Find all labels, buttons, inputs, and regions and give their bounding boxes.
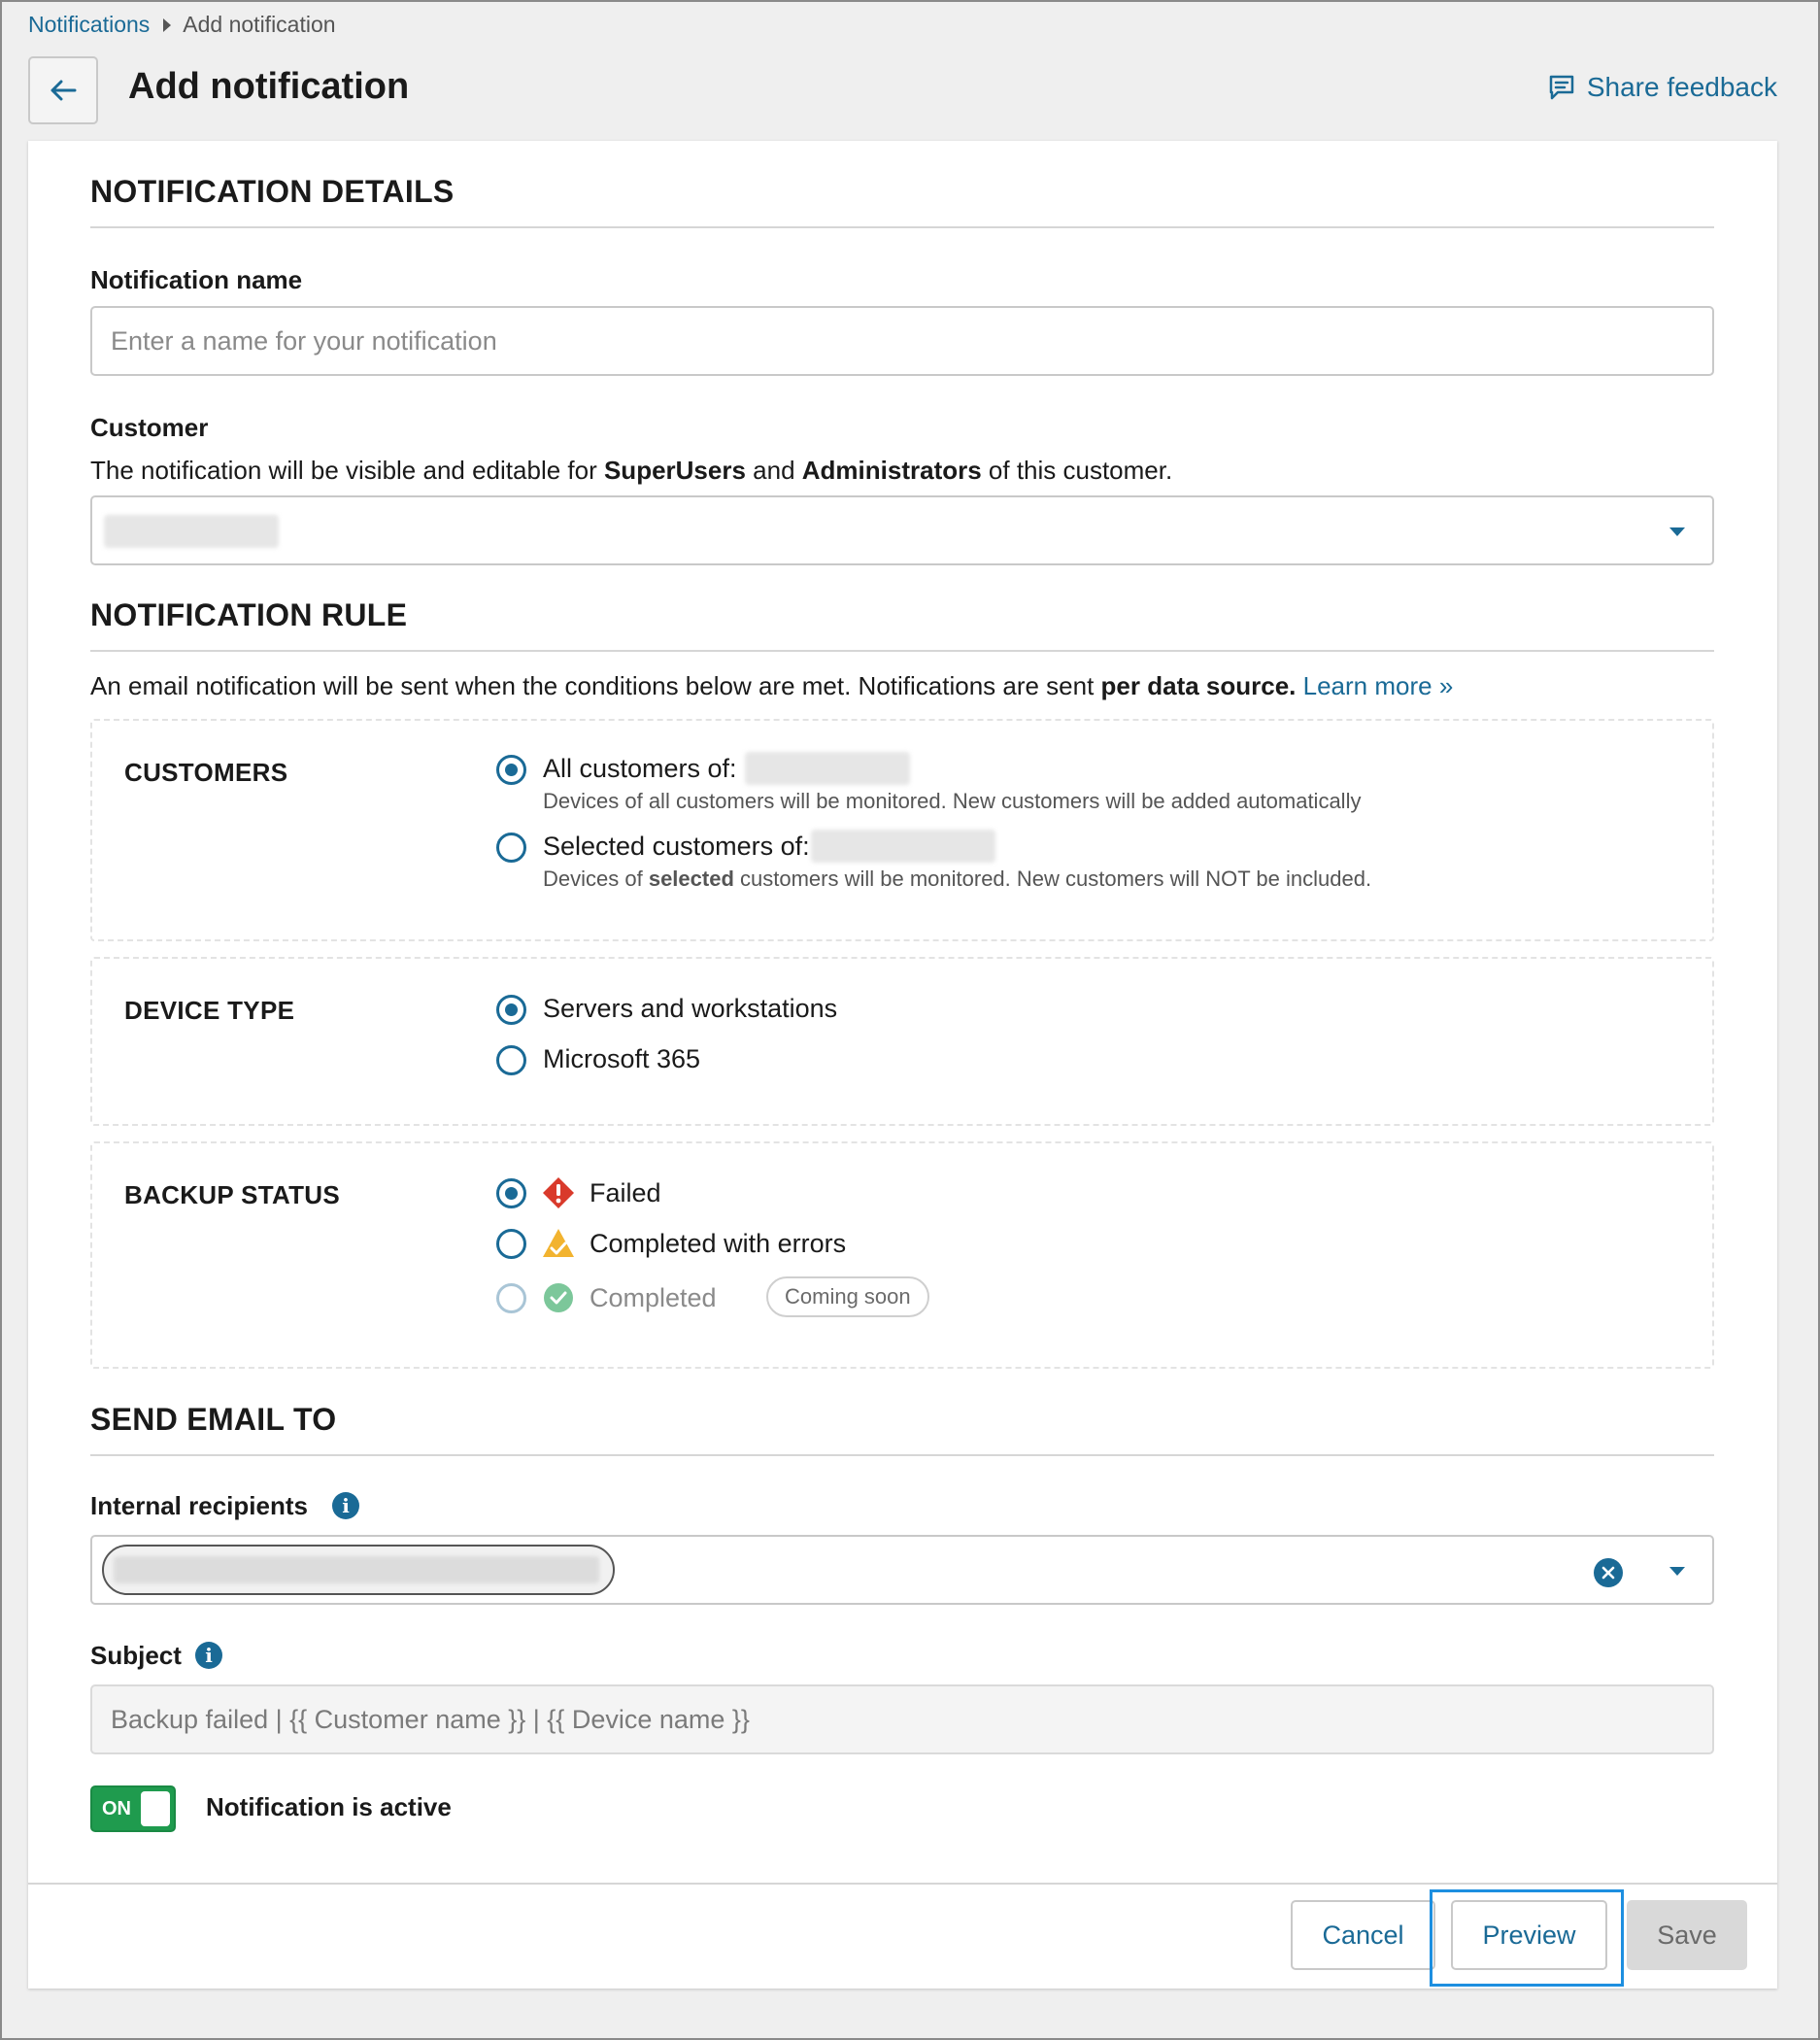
servers-workstations-label: Servers and workstations [543, 994, 838, 1023]
page-title: Add notification [128, 66, 410, 107]
divider [90, 650, 1714, 652]
footer-divider [28, 1883, 1777, 1885]
breadcrumb-notifications-link[interactable]: Notifications [28, 12, 150, 38]
failed-diamond-icon [543, 1177, 574, 1208]
redacted-customer-value [104, 515, 279, 548]
sub-suffix: customers will be monitored. New custome… [733, 867, 1372, 891]
learn-more-link[interactable]: Learn more » [1303, 671, 1454, 700]
breadcrumb-current: Add notification [183, 12, 336, 37]
radio-completed-with-errors[interactable] [496, 1229, 526, 1259]
warning-triangle-icon [543, 1229, 574, 1257]
arrow-left-icon [51, 80, 77, 101]
customer-select[interactable] [90, 495, 1714, 565]
failed-label: Failed [590, 1178, 661, 1207]
section-title-send: SEND EMAIL TO [90, 1402, 337, 1437]
check-circle-icon [544, 1283, 573, 1312]
sub-prefix: Devices of [543, 867, 649, 891]
all-customers-label: All customers of: [543, 754, 737, 783]
redacted-recipient-email [114, 1556, 599, 1583]
customers-label: CUSTOMERS [124, 758, 288, 787]
info-icon[interactable]: i [332, 1492, 359, 1519]
sub-bold: selected [648, 867, 734, 891]
divider [90, 1454, 1714, 1456]
section-title-details: NOTIFICATION DETAILS [90, 174, 455, 209]
notification-name-input[interactable] [90, 306, 1714, 376]
chevron-down-icon [1669, 527, 1685, 536]
radio-completed [496, 1283, 526, 1313]
radio-failed[interactable] [496, 1178, 526, 1208]
close-icon [1601, 1566, 1615, 1580]
customer-description: The notification will be visible and edi… [90, 456, 1172, 486]
recipient-chip [102, 1545, 615, 1595]
customer-label: Customer [90, 413, 209, 442]
preview-button[interactable]: Preview [1451, 1900, 1607, 1970]
subject-label: Subject [90, 1641, 182, 1670]
toggle-knob [141, 1791, 170, 1826]
selected-customers-label: Selected customers of: [543, 832, 810, 861]
internal-recipients-label: Internal recipients [90, 1491, 308, 1520]
back-button[interactable] [28, 56, 98, 124]
backup-status-rule-box: BACKUP STATUS Failed Completed with erro… [90, 1141, 1714, 1369]
completed-label: Completed [590, 1283, 717, 1312]
notification-active-label: Notification is active [206, 1792, 452, 1821]
chevron-down-icon [1669, 1567, 1685, 1576]
selected-customers-description: Devices of selected customers will be mo… [543, 867, 1371, 892]
device-type-label: DEVICE TYPE [124, 996, 295, 1025]
customer-desc-suffix: of this customer. [981, 456, 1173, 485]
subject-field[interactable]: Backup failed | {{ Customer name }} | {{… [90, 1684, 1714, 1754]
chevron-right-icon [163, 17, 172, 32]
divider [90, 226, 1714, 228]
share-feedback-label: Share feedback [1586, 72, 1777, 102]
info-icon[interactable]: i [195, 1642, 222, 1669]
microsoft-365-label: Microsoft 365 [543, 1044, 701, 1073]
toggle-on-label: ON [102, 1798, 131, 1819]
backup-status-label: BACKUP STATUS [124, 1180, 341, 1209]
role-superusers: SuperUsers [603, 456, 746, 485]
breadcrumb: Notifications Add notification [28, 12, 336, 38]
role-administrators: Administrators [801, 456, 982, 485]
redacted-customer-name [811, 830, 995, 863]
customers-rule-box: CUSTOMERS All customers of: Devices of a… [90, 719, 1714, 941]
clear-icon[interactable] [1594, 1558, 1623, 1587]
completed-with-errors-label: Completed with errors [590, 1229, 847, 1258]
radio-selected-customers[interactable] [496, 833, 526, 863]
notification-form-card: NOTIFICATION DETAILS Notification name C… [28, 141, 1777, 1989]
save-button[interactable]: Save [1627, 1900, 1747, 1970]
feedback-icon [1549, 75, 1574, 100]
customer-desc-and: and [745, 456, 802, 485]
cancel-button[interactable]: Cancel [1291, 1900, 1435, 1970]
radio-servers-workstations[interactable] [496, 995, 526, 1025]
rule-desc-bold: per data source. [1100, 671, 1297, 700]
share-feedback-link[interactable]: Share feedback [1548, 72, 1777, 103]
coming-soon-badge: Coming soon [766, 1276, 929, 1317]
active-toggle[interactable]: ON [90, 1785, 176, 1832]
redacted-customer-name [745, 752, 910, 785]
device-type-rule-box: DEVICE TYPE Servers and workstations Mic… [90, 957, 1714, 1126]
rule-description: An email notification will be sent when … [90, 671, 1453, 701]
customer-desc-text: The notification will be visible and edi… [90, 456, 604, 485]
all-customers-description: Devices of all customers will be monitor… [543, 789, 1362, 813]
radio-all-customers[interactable] [496, 755, 526, 785]
radio-microsoft-365[interactable] [496, 1045, 526, 1075]
rule-desc-text: An email notification will be sent when … [90, 671, 1101, 700]
notification-name-label: Notification name [90, 265, 303, 294]
section-title-rule: NOTIFICATION RULE [90, 597, 408, 632]
internal-recipients-select[interactable] [90, 1535, 1714, 1605]
